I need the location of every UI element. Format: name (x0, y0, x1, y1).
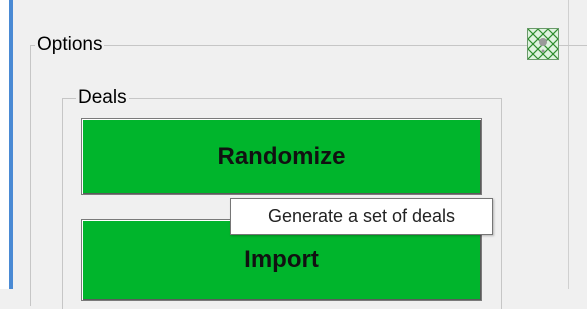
deals-group-label: Deals (76, 87, 129, 108)
randomize-button[interactable]: Randomize (81, 118, 482, 195)
randomize-tooltip: Generate a set of deals (230, 198, 493, 235)
green-grid-icon (528, 29, 558, 59)
green-grid-icon-button[interactable] (527, 28, 559, 60)
options-group-label: Options (35, 34, 105, 55)
window-edge (0, 0, 9, 289)
